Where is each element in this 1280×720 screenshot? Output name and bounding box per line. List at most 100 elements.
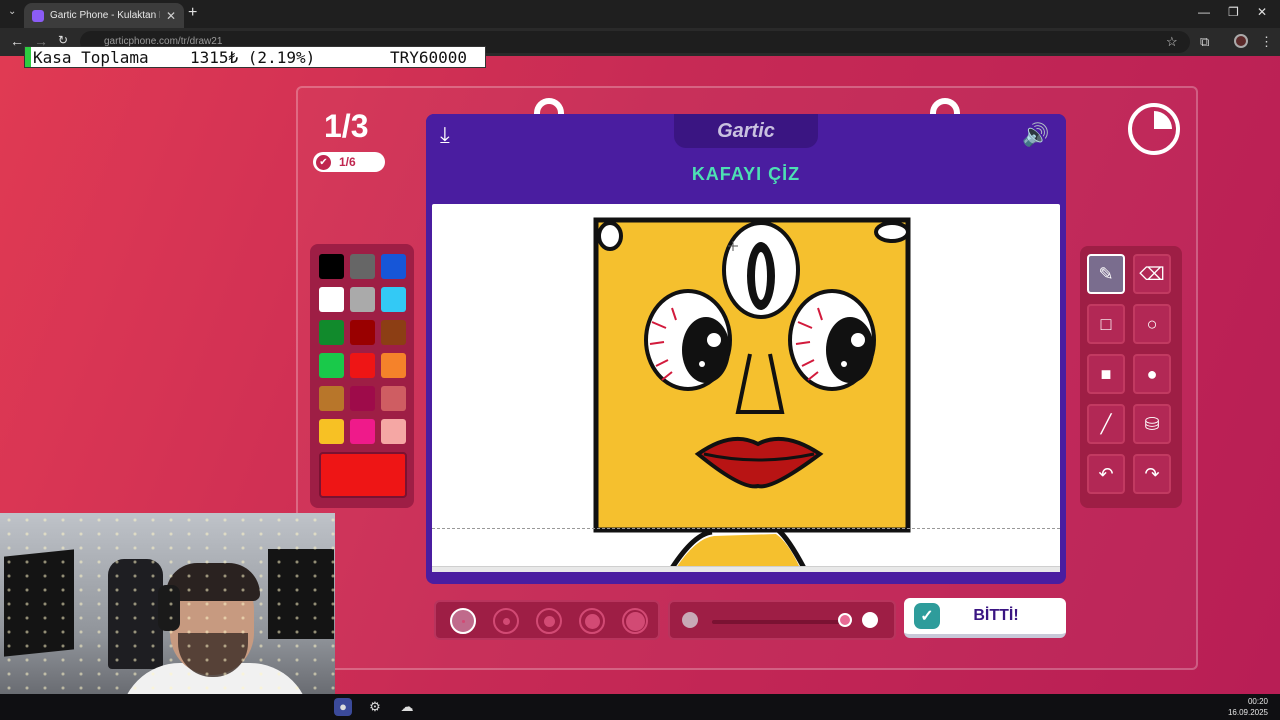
color-swatch[interactable] bbox=[381, 353, 406, 378]
bookmark-star-icon[interactable]: ☆ bbox=[1166, 34, 1178, 50]
clock-date: 16.09.2025 bbox=[1227, 708, 1268, 717]
overlay-progress-fill bbox=[25, 47, 31, 67]
bucket-icon[interactable]: ⛁ bbox=[1133, 404, 1171, 444]
overlay-amount: 1315₺ (2.19%) bbox=[190, 48, 316, 67]
brush-size-button[interactable] bbox=[493, 608, 519, 634]
app-icon[interactable]: ● bbox=[334, 698, 352, 716]
color-swatch[interactable] bbox=[319, 287, 344, 312]
donation-goal-overlay: Kasa Toplama 1315₺ (2.19%) TRY60000 bbox=[24, 46, 486, 68]
notebook-header: ⤓ Gartic 🔊 KAFAYI ÇİZ bbox=[426, 114, 1066, 198]
brush-size-button[interactable] bbox=[450, 608, 476, 634]
clock-time: 00:20 bbox=[1247, 697, 1268, 706]
brush-size-dot bbox=[502, 617, 510, 625]
color-swatch[interactable] bbox=[350, 320, 375, 345]
color-swatch[interactable] bbox=[381, 419, 406, 444]
done-button[interactable]: ✓ BİTTİ! bbox=[904, 598, 1066, 638]
brush-size-dot bbox=[461, 619, 465, 623]
done-label: BİTTİ! bbox=[973, 607, 1019, 624]
windows-taskbar: ● ⚙ ☁ 00:20 16.09.2025 bbox=[0, 694, 1280, 720]
third-eye-highlight bbox=[755, 252, 767, 300]
back-icon[interactable]: ← bbox=[10, 33, 24, 49]
eraser-icon[interactable]: ⌫ bbox=[1133, 254, 1171, 294]
tool-panel: ✎ ⌫ □ ○ ■ ● ╱ ⛁ ↶ ↷ bbox=[1080, 246, 1182, 508]
rectangle-fill-icon[interactable]: ■ bbox=[1087, 354, 1125, 394]
cloud-icon[interactable]: ☁ bbox=[398, 698, 416, 716]
opacity-high-icon bbox=[862, 612, 878, 628]
tab-search-icon[interactable]: ⌄ bbox=[8, 6, 16, 17]
extensions-icon[interactable]: ⧉ bbox=[1200, 34, 1209, 50]
profile-avatar[interactable] bbox=[1234, 34, 1248, 48]
brush-size-button[interactable] bbox=[622, 608, 648, 634]
restore-icon[interactable]: ❐ bbox=[1228, 5, 1239, 19]
menu-dots-icon[interactable]: ⋮ bbox=[1260, 34, 1273, 50]
overlay-goal: TRY60000 bbox=[390, 48, 468, 67]
players-done-count: 1/6 bbox=[339, 155, 356, 169]
opacity-track[interactable] bbox=[712, 620, 852, 624]
color-swatch[interactable] bbox=[350, 254, 375, 279]
color-swatch[interactable] bbox=[319, 353, 344, 378]
corner-eye-left bbox=[597, 221, 623, 251]
browser-tab[interactable]: Gartic Phone - Kulaktan Kulağa ✕ bbox=[24, 3, 184, 28]
brand-tab: Gartic bbox=[674, 114, 818, 148]
webcam-overlay bbox=[0, 513, 335, 720]
left-eye-highlight-small bbox=[699, 361, 705, 367]
browser-tab-bar: ⌄ Gartic Phone - Kulaktan Kulağa ✕ + — ❐… bbox=[0, 0, 1280, 28]
minimize-icon[interactable]: — bbox=[1198, 5, 1210, 19]
brush-size-dot bbox=[625, 611, 645, 631]
left-eye-highlight bbox=[707, 333, 721, 347]
drawing-canvas[interactable] bbox=[432, 204, 1060, 568]
players-done-badge: ✔ 1/6 bbox=[313, 152, 385, 172]
canvas-guide-line bbox=[432, 528, 1060, 529]
color-swatch[interactable] bbox=[319, 386, 344, 411]
brush-size-button[interactable] bbox=[536, 608, 562, 634]
right-eye-highlight bbox=[851, 333, 865, 347]
tab-title: Gartic Phone - Kulaktan Kulağa bbox=[50, 10, 160, 21]
reload-icon[interactable]: ↻ bbox=[58, 33, 68, 47]
timer-icon bbox=[1128, 103, 1180, 155]
undo-icon[interactable]: ↶ bbox=[1087, 454, 1125, 494]
circle-fill-icon[interactable]: ● bbox=[1133, 354, 1171, 394]
corner-eye-right bbox=[874, 221, 910, 243]
line-icon[interactable]: ╱ bbox=[1087, 404, 1125, 444]
opacity-slider[interactable] bbox=[668, 600, 896, 640]
brush-size-button[interactable] bbox=[579, 608, 605, 634]
brush-size-dot bbox=[584, 613, 600, 629]
color-swatch[interactable] bbox=[381, 320, 406, 345]
rectangle-outline-icon[interactable]: □ bbox=[1087, 304, 1125, 344]
color-swatch[interactable] bbox=[350, 419, 375, 444]
round-counter: 1/3 bbox=[324, 108, 369, 144]
system-clock[interactable]: 00:20 16.09.2025 bbox=[1228, 696, 1268, 718]
drawing-artwork bbox=[593, 217, 911, 568]
right-eye-highlight-small bbox=[841, 361, 847, 367]
window-close-icon[interactable]: ✕ bbox=[1257, 5, 1267, 19]
plus-icon[interactable]: + bbox=[188, 4, 197, 22]
settings-icon[interactable]: ⚙ bbox=[366, 698, 384, 716]
check-icon: ✔ bbox=[316, 154, 331, 170]
color-swatch[interactable] bbox=[381, 287, 406, 312]
color-swatch[interactable] bbox=[319, 419, 344, 444]
right-pupil bbox=[826, 317, 874, 383]
notebook-page-edge bbox=[432, 566, 1060, 572]
pencil-icon[interactable]: ✎ bbox=[1087, 254, 1125, 294]
color-swatch[interactable] bbox=[350, 353, 375, 378]
opacity-knob[interactable] bbox=[838, 613, 852, 627]
color-swatch[interactable] bbox=[381, 254, 406, 279]
check-icon: ✓ bbox=[914, 603, 940, 629]
overlay-label: Kasa Toplama bbox=[33, 48, 149, 67]
color-swatch[interactable] bbox=[350, 287, 375, 312]
left-pupil bbox=[682, 317, 730, 383]
gartic-logo: Gartic bbox=[717, 120, 775, 142]
drawing-prompt: KAFAYI ÇİZ bbox=[691, 164, 801, 184]
color-swatch[interactable] bbox=[381, 386, 406, 411]
circle-outline-icon[interactable]: ○ bbox=[1133, 304, 1171, 344]
color-swatch[interactable] bbox=[350, 386, 375, 411]
speaker-icon[interactable]: 🔊 bbox=[1022, 122, 1049, 148]
color-swatch[interactable] bbox=[319, 254, 344, 279]
download-icon[interactable]: ⤓ bbox=[440, 122, 450, 148]
drawing-notebook: ⤓ Gartic 🔊 KAFAYI ÇİZ bbox=[426, 114, 1066, 584]
redo-icon[interactable]: ↷ bbox=[1133, 454, 1171, 494]
timer-progress bbox=[1136, 111, 1172, 147]
selected-color-preview bbox=[319, 452, 407, 498]
color-swatch[interactable] bbox=[319, 320, 344, 345]
close-icon[interactable]: ✕ bbox=[166, 9, 176, 23]
